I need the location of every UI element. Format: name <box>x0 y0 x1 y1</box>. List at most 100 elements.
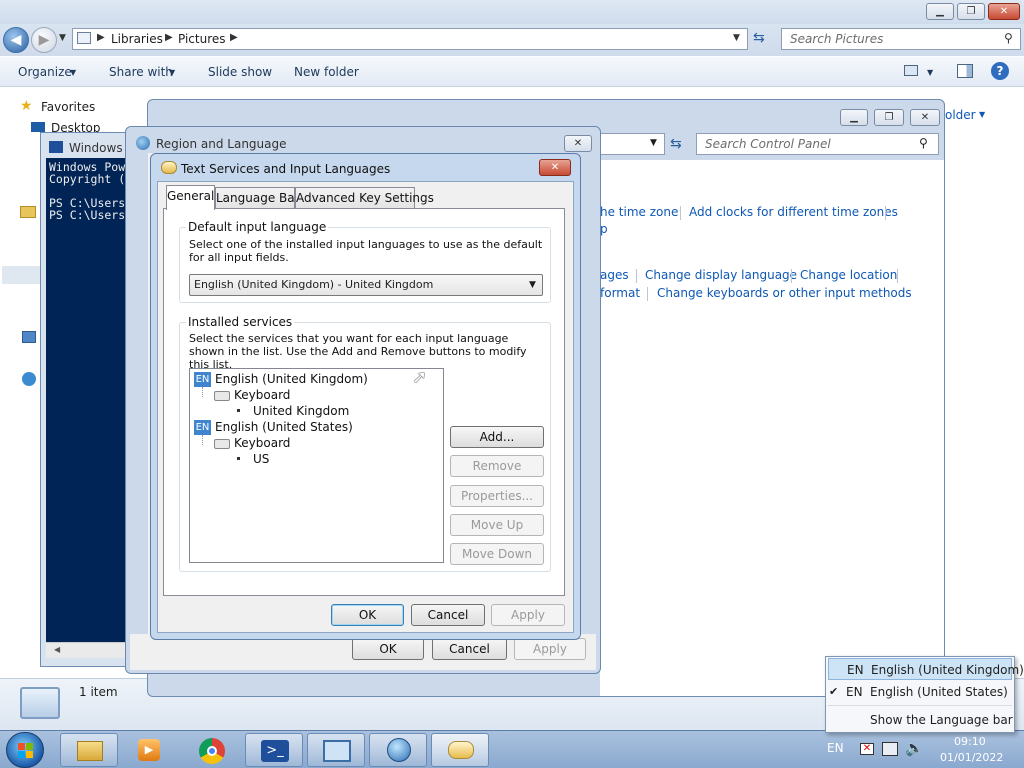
tree-layout-us[interactable]: US <box>253 452 269 466</box>
region-apply-button[interactable]: Apply <box>514 638 586 660</box>
move-down-button[interactable]: Move Down <box>450 543 544 565</box>
default-language-select[interactable]: English (United Kingdom) - United Kingdo… <box>189 274 543 296</box>
link-languages[interactable]: ages <box>600 268 629 282</box>
tree-language-us[interactable]: English (United States) <box>215 420 353 434</box>
action-center-icon[interactable]: ✕ <box>860 743 874 755</box>
tab-general[interactable]: General <box>166 185 215 210</box>
maximize-button[interactable]: ❐ <box>957 3 985 20</box>
search-control-panel-input[interactable]: Search Control Panel ⚲ <box>696 133 939 155</box>
link-change-display-language[interactable]: Change display language <box>645 268 797 282</box>
nav-favorites[interactable]: Favorites <box>41 100 95 114</box>
link-change-location[interactable]: Change location <box>800 268 897 282</box>
breadcrumb-libraries[interactable]: Libraries <box>111 32 163 46</box>
installed-services-description: Select the services that you want for ea… <box>189 332 527 371</box>
network-icon[interactable] <box>882 742 898 756</box>
cp-address-field[interactable]: ▼ <box>597 133 665 155</box>
language-indicator[interactable]: EN <box>827 741 844 755</box>
slide-show-button[interactable]: Slide show <box>208 65 272 79</box>
apply-button[interactable]: Apply <box>491 604 565 626</box>
address-field[interactable]: ▶ Libraries ▶ Pictures ▶ ▼ <box>72 28 748 50</box>
taskbar-chrome[interactable] <box>183 733 241 767</box>
taskbar-powershell[interactable]: >_ <box>245 733 303 767</box>
close-button[interactable]: ✕ <box>988 3 1020 20</box>
close-button[interactable]: ✕ <box>539 159 571 176</box>
menu-item-english-uk[interactable]: EN English (United Kingdom) <box>828 658 1024 680</box>
chevron-down-icon: ▼ <box>169 68 176 77</box>
search-icon: ⚲ <box>1004 31 1013 45</box>
tab-advanced-key-settings[interactable]: Advanced Key Settings <box>295 187 434 209</box>
network-icon <box>22 372 36 386</box>
region-ok-button[interactable]: OK <box>352 638 424 660</box>
menu-item-english-us[interactable]: ✔ EN English (United States) <box>828 681 1012 703</box>
address-dropdown-icon[interactable]: ▼ <box>650 138 657 148</box>
refresh-icon[interactable]: ⇆ <box>670 136 682 152</box>
link-partial[interactable]: p <box>600 222 608 236</box>
preview-pane-icon[interactable] <box>957 64 973 78</box>
scroll-left-icon[interactable]: ◀ <box>54 645 60 654</box>
link-separator <box>791 269 792 283</box>
link-separator <box>636 269 637 283</box>
close-button[interactable]: ✕ <box>910 109 940 126</box>
volume-icon[interactable]: 🔈 <box>905 739 924 757</box>
back-button[interactable]: ◀ <box>3 27 29 53</box>
desktop-icon <box>31 122 45 132</box>
view-options-icon[interactable] <box>904 65 918 76</box>
new-folder-button[interactable]: New folder <box>294 65 359 79</box>
taskbar-text-services[interactable] <box>431 733 489 767</box>
start-button[interactable] <box>6 732 44 768</box>
taskbar-media-player[interactable]: ▶ <box>121 733 179 767</box>
ok-button[interactable]: OK <box>331 604 404 626</box>
region-cancel-button[interactable]: Cancel <box>432 638 507 660</box>
breadcrumb-pictures[interactable]: Pictures <box>178 32 226 46</box>
help-icon[interactable]: ? <box>991 62 1009 80</box>
installed-services-tree[interactable]: EN English (United Kingdom) Keyboard Uni… <box>189 368 444 563</box>
clock-date[interactable]: 01/01/2022 <box>940 751 1003 764</box>
tree-keyboard-us[interactable]: Keyboard <box>234 436 290 450</box>
menu-item-label: English (United States) <box>870 685 1008 699</box>
tab-language-bar[interactable]: Language Bar <box>215 187 300 209</box>
restore-button[interactable]: ❐ <box>874 109 904 126</box>
address-dropdown-icon[interactable]: ▼ <box>733 33 740 43</box>
remove-button[interactable]: Remove <box>450 455 544 477</box>
organize-folder-link[interactable]: older <box>945 108 976 122</box>
forward-button[interactable]: ▶ <box>31 27 57 53</box>
menu-item-show-language-bar[interactable]: Show the Language bar <box>828 709 1013 731</box>
minimize-button[interactable]: ▁ <box>840 109 868 126</box>
recent-pages-icon[interactable]: ▼ <box>59 33 66 43</box>
chevron-down-icon: ▼ <box>70 68 77 77</box>
tree-keyboard-uk[interactable]: Keyboard <box>234 388 290 402</box>
move-up-button[interactable]: Move Up <box>450 514 544 536</box>
search-placeholder: Search Pictures <box>790 32 884 46</box>
minimize-button[interactable]: ▁ <box>926 3 954 20</box>
clock-time[interactable]: 09:10 <box>954 735 986 748</box>
taskbar-region[interactable] <box>369 733 427 767</box>
windows-logo-icon <box>18 743 25 750</box>
link-time-zone[interactable]: he time zone <box>600 205 678 219</box>
link-format[interactable]: format <box>600 286 640 300</box>
properties-button[interactable]: Properties... <box>450 485 544 507</box>
globe-icon <box>136 136 150 150</box>
tree-language-uk[interactable]: English (United Kingdom) <box>215 372 368 386</box>
taskbar: ▶ >_ EN ✕ 🔈 09:10 01/01/2022 <box>0 730 1024 768</box>
link-separator <box>885 206 886 220</box>
windows-logo-icon <box>26 751 33 758</box>
cancel-button[interactable]: Cancel <box>411 604 485 626</box>
chevron-down-icon[interactable]: ▼ <box>927 68 933 77</box>
link-add-clocks[interactable]: Add clocks for different time zones <box>689 205 898 219</box>
refresh-icon[interactable]: ⇆ <box>753 30 765 46</box>
taskbar-control-panel[interactable] <box>307 733 365 767</box>
tree-connector <box>202 435 203 445</box>
organize-button[interactable]: Organize <box>18 65 72 79</box>
text-services-title: Text Services and Input Languages <box>181 162 391 176</box>
link-change-keyboards[interactable]: Change keyboards or other input methods <box>657 286 912 300</box>
item-count: 1 item <box>79 685 118 699</box>
close-button[interactable]: ✕ <box>564 135 592 152</box>
share-with-button[interactable]: Share with <box>109 65 173 79</box>
link-separator <box>680 206 681 220</box>
add-button[interactable]: Add... <box>450 426 544 448</box>
tree-layout-uk[interactable]: United Kingdom <box>253 404 349 418</box>
language-menu: EN English (United Kingdom) ✔ EN English… <box>825 656 1024 733</box>
powershell-icon <box>49 141 63 153</box>
taskbar-explorer[interactable] <box>60 733 118 767</box>
search-pictures-input[interactable]: Search Pictures ⚲ <box>781 28 1021 50</box>
